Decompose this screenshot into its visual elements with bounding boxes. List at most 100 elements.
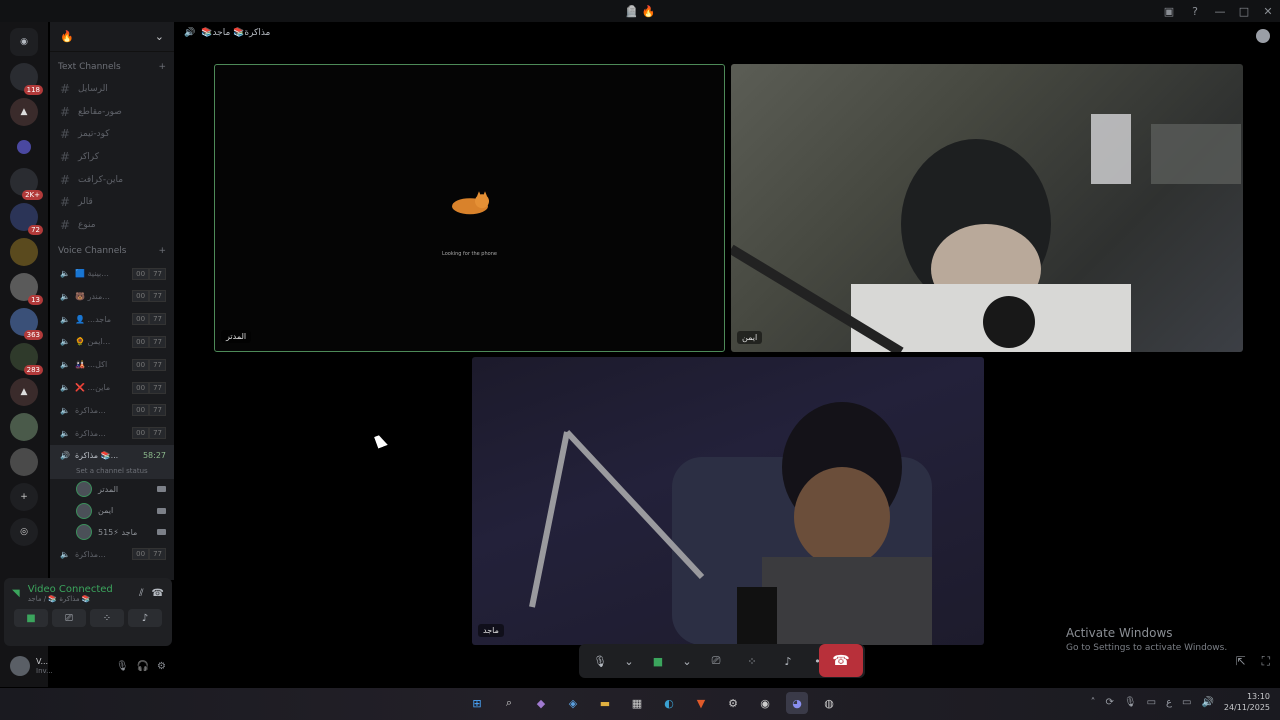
- soundboard-button[interactable]: ♪: [128, 609, 162, 627]
- chevron-down-icon[interactable]: ⌄: [681, 649, 693, 673]
- maximize-button[interactable]: □: [1232, 5, 1256, 18]
- voice-channels-category[interactable]: Voice Channels +: [50, 240, 174, 262]
- headphones-icon[interactable]: 🎧: [137, 661, 149, 672]
- camera-button[interactable]: ■: [14, 609, 48, 627]
- mute-button[interactable]: 🎙: [587, 649, 613, 673]
- text-channel[interactable]: # كراكر: [50, 146, 174, 169]
- microphone-icon[interactable]: 🎙: [1124, 697, 1137, 708]
- video-tile[interactable]: ماجد: [472, 357, 984, 645]
- text-channel[interactable]: # منوع: [50, 214, 174, 237]
- soundboard-button[interactable]: ♪: [775, 649, 801, 673]
- discover-icon[interactable]: ◎: [10, 518, 38, 546]
- server-icon[interactable]: [10, 413, 38, 441]
- text-channel[interactable]: # الرسايل: [50, 78, 174, 101]
- voice-status-title[interactable]: Video Connected: [28, 584, 131, 595]
- popout-icon[interactable]: ⇱: [1236, 654, 1246, 669]
- server-icon[interactable]: [10, 448, 38, 476]
- screenshare-button[interactable]: ⎚: [703, 649, 729, 673]
- help-icon[interactable]: ?: [1182, 5, 1208, 18]
- store-icon[interactable]: ▦: [626, 692, 648, 714]
- text-channels-category[interactable]: Text Channels +: [50, 56, 174, 78]
- avatar: [76, 502, 92, 519]
- server-icon[interactable]: 72: [10, 203, 43, 235]
- channel-name: قالر: [78, 197, 93, 208]
- server-icon[interactable]: 363: [10, 308, 43, 340]
- voice-channel[interactable]: 🔈 🌻 ايمن... 00 77: [50, 331, 174, 354]
- steam-icon[interactable]: ◉: [754, 692, 776, 714]
- sync-icon[interactable]: ⟳: [1105, 697, 1113, 708]
- minimize-button[interactable]: —: [1208, 5, 1232, 18]
- chat-icon[interactable]: [1256, 29, 1270, 43]
- voice-channel[interactable]: 🔈 مذاكرة... 00 77: [50, 422, 174, 445]
- signal-icon[interactable]: ◥: [12, 588, 20, 599]
- server-icon[interactable]: 118: [10, 63, 43, 95]
- disconnect-icon[interactable]: ☎: [152, 588, 164, 599]
- discord-home-icon[interactable]: ◉: [10, 28, 38, 56]
- start-icon[interactable]: ⊞: [466, 692, 488, 714]
- brave-icon[interactable]: ▼: [690, 692, 712, 714]
- chevron-down-icon[interactable]: ⌄: [623, 649, 635, 673]
- clock[interactable]: 13:10 24/11/2025: [1224, 691, 1270, 713]
- active-voice-channel[interactable]: 🔊 مذاكرة 📚... 58:27: [50, 444, 174, 467]
- voice-member[interactable]: المدتر: [50, 479, 174, 501]
- search-icon[interactable]: ⌕: [498, 692, 520, 714]
- gear-icon[interactable]: ⚙: [157, 661, 166, 672]
- hash-icon: #: [60, 172, 71, 187]
- display-icon[interactable]: ▭: [1147, 697, 1156, 708]
- network-icon[interactable]: ▭: [1182, 697, 1191, 708]
- language-indicator[interactable]: ع: [1166, 697, 1172, 708]
- leave-call-button[interactable]: ☎: [819, 644, 863, 677]
- video-tile[interactable]: ايمن: [731, 64, 1243, 352]
- app-icon[interactable]: ◍: [818, 692, 840, 714]
- add-channel-icon[interactable]: +: [158, 246, 166, 256]
- server-icon[interactable]: 2K+: [10, 168, 43, 200]
- server-icon[interactable]: [17, 140, 31, 154]
- voice-member[interactable]: ماجد ⚡515: [50, 522, 174, 544]
- voice-channel[interactable]: 🔈 👤 ...ماجد 00 77: [50, 308, 174, 331]
- speaker-icon: 🔈: [60, 428, 70, 438]
- microphone-icon[interactable]: 🎙: [116, 661, 129, 672]
- chevron-up-icon[interactable]: ˄: [1090, 697, 1095, 708]
- voice-member[interactable]: ايمن: [50, 500, 174, 522]
- server-icon[interactable]: 283: [10, 343, 43, 375]
- user-count: 00 77: [132, 427, 166, 440]
- server-icon[interactable]: [10, 238, 38, 266]
- avatar[interactable]: [10, 656, 30, 676]
- app-icon[interactable]: ◆: [530, 692, 552, 714]
- copilot-icon[interactable]: ◈: [562, 692, 584, 714]
- text-channel[interactable]: # ماين-كرافت: [50, 168, 174, 191]
- speaker-icon: 🔈: [60, 269, 70, 279]
- add-channel-icon[interactable]: +: [158, 62, 166, 72]
- volume-icon[interactable]: 🔊: [1201, 697, 1213, 708]
- voice-connected-panel: ◥ Video Connected مذاكرة 📚 / ماجد 📚 ⫽ ☎ …: [4, 578, 172, 646]
- voice-channel[interactable]: 🔈 🐻 مندر... 00 77: [50, 285, 174, 308]
- file-explorer-icon[interactable]: ▬: [594, 692, 616, 714]
- camera-button[interactable]: ■: [645, 649, 671, 673]
- text-channel[interactable]: # صور-مقاطع: [50, 101, 174, 124]
- video-tile[interactable]: Looking for the phone المدتر: [214, 64, 725, 352]
- close-button[interactable]: ✕: [1256, 5, 1280, 18]
- discord-icon[interactable]: ◕: [786, 692, 808, 714]
- voice-channel[interactable]: 🔈 ❌ ...ماين 00 77: [50, 376, 174, 399]
- voice-channel[interactable]: 🔈 🎎 ...اكل 00 77: [50, 353, 174, 376]
- voice-channel[interactable]: 🔈 مذاكرة... 00 77: [50, 543, 174, 566]
- inbox-icon[interactable]: ▣: [1156, 5, 1182, 18]
- noise-suppression-icon[interactable]: ⫽: [139, 588, 143, 599]
- settings-app-icon[interactable]: ⚙: [722, 692, 744, 714]
- server-icon[interactable]: ▲: [10, 378, 38, 406]
- voice-channel[interactable]: 🔈 مذاكرة... 00 77: [50, 399, 174, 422]
- add-server-icon[interactable]: +: [10, 483, 38, 511]
- screenshare-button[interactable]: ⎚: [52, 609, 86, 627]
- text-channel[interactable]: # قالر: [50, 191, 174, 214]
- server-header[interactable]: 🔥 ⌄: [50, 22, 174, 52]
- voice-channel[interactable]: 🔈 🟦 بينية... 00 77: [50, 262, 174, 285]
- text-channel[interactable]: # كود-تيمز: [50, 123, 174, 146]
- channel-status[interactable]: Set a channel status: [50, 466, 174, 479]
- activities-button[interactable]: ⁘: [739, 649, 765, 673]
- fullscreen-icon[interactable]: ⛶: [1262, 654, 1270, 669]
- server-icon[interactable]: ▲: [10, 98, 38, 126]
- activities-button[interactable]: ⁘: [90, 609, 124, 627]
- server-icon[interactable]: 13: [10, 273, 43, 305]
- edge-icon[interactable]: ◐: [658, 692, 680, 714]
- channel-name: مذاكرة 📚...: [74, 451, 119, 461]
